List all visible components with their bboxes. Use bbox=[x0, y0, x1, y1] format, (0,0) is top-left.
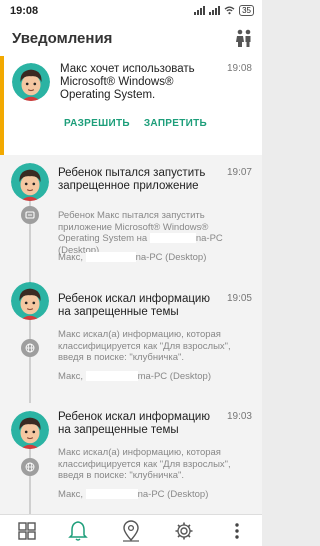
event-card[interactable]: Ребенок пытался запустить запрещенное пр… bbox=[0, 155, 262, 269]
globe-icon bbox=[21, 339, 39, 357]
event-description: Ребенок Макс пытался запустить приложени… bbox=[58, 210, 238, 256]
more-icon[interactable] bbox=[224, 518, 250, 544]
event-source-device: ma-PC (Desktop) bbox=[137, 371, 211, 382]
battery-icon: 35 bbox=[239, 5, 254, 16]
settings-icon[interactable] bbox=[171, 518, 197, 544]
redacted-name bbox=[85, 371, 138, 382]
status-bar: 19:08 35 bbox=[0, 0, 262, 22]
deny-button[interactable]: ЗАПРЕТИТЬ bbox=[144, 118, 207, 129]
bell-icon[interactable] bbox=[65, 518, 91, 544]
request-time: 19:08 bbox=[226, 63, 252, 74]
app-icon bbox=[21, 206, 39, 224]
family-icon[interactable] bbox=[234, 28, 254, 53]
request-title: Макс хочет использовать Microsoft® Windo… bbox=[60, 63, 195, 101]
redacted-name bbox=[149, 233, 196, 244]
event-source: Макс, na-PC (Desktop) bbox=[58, 252, 206, 263]
event-description: Макс искал(а) информацию, которая класси… bbox=[58, 447, 231, 481]
child-avatar bbox=[11, 282, 49, 320]
app-request-card: Макс хочет использовать Microsoft® Windo… bbox=[0, 56, 262, 155]
event-source-device: na-PC (Desktop) bbox=[135, 252, 207, 263]
redacted-name bbox=[85, 489, 138, 500]
event-title: Ребенок искал информацию на запрещенные … bbox=[58, 411, 210, 436]
child-avatar bbox=[11, 163, 49, 201]
redacted-name bbox=[85, 252, 136, 263]
event-title: Ребенок пытался запустить запрещенное пр… bbox=[58, 167, 206, 192]
location-icon[interactable] bbox=[118, 518, 144, 544]
event-source: Макс, na-PC (Desktop) bbox=[58, 489, 208, 500]
event-source-child: Макс, bbox=[58, 252, 83, 263]
event-source-device: na-PC (Desktop) bbox=[137, 489, 209, 500]
signal-icon bbox=[194, 6, 206, 15]
status-time: 19:08 bbox=[10, 5, 39, 17]
child-avatar bbox=[11, 411, 49, 449]
app-bar: Уведомления bbox=[0, 22, 262, 56]
event-source: Макс, ma-PC (Desktop) bbox=[58, 371, 211, 382]
event-source-child: Макс, bbox=[58, 489, 83, 500]
wifi-icon bbox=[224, 6, 235, 15]
globe-icon bbox=[21, 458, 39, 476]
dashboard-icon[interactable] bbox=[14, 518, 40, 544]
event-time: 19:07 bbox=[226, 167, 252, 178]
allow-button[interactable]: РАЗРЕШИТЬ bbox=[64, 118, 130, 129]
timeline-line bbox=[29, 388, 31, 403]
page-title: Уведомления bbox=[12, 30, 113, 47]
event-card[interactable]: Ребенок искал информацию на запрещенные … bbox=[0, 269, 262, 388]
bottom-navigation bbox=[0, 514, 262, 546]
signal-icon-2 bbox=[209, 6, 221, 15]
event-description: Макс искал(а) информацию, которая класси… bbox=[58, 329, 231, 363]
event-card[interactable]: Ребенок искал информацию на запрещенные … bbox=[0, 388, 262, 514]
event-title: Ребенок искал информацию на запрещенные … bbox=[58, 293, 210, 318]
event-time: 19:05 bbox=[226, 293, 252, 304]
event-source-child: Макс, bbox=[58, 371, 83, 382]
event-time: 19:03 bbox=[226, 411, 252, 422]
status-icons: 35 bbox=[194, 5, 254, 16]
child-avatar bbox=[12, 63, 50, 101]
request-actions: РАЗРЕШИТЬ ЗАПРЕТИТЬ bbox=[64, 118, 207, 129]
